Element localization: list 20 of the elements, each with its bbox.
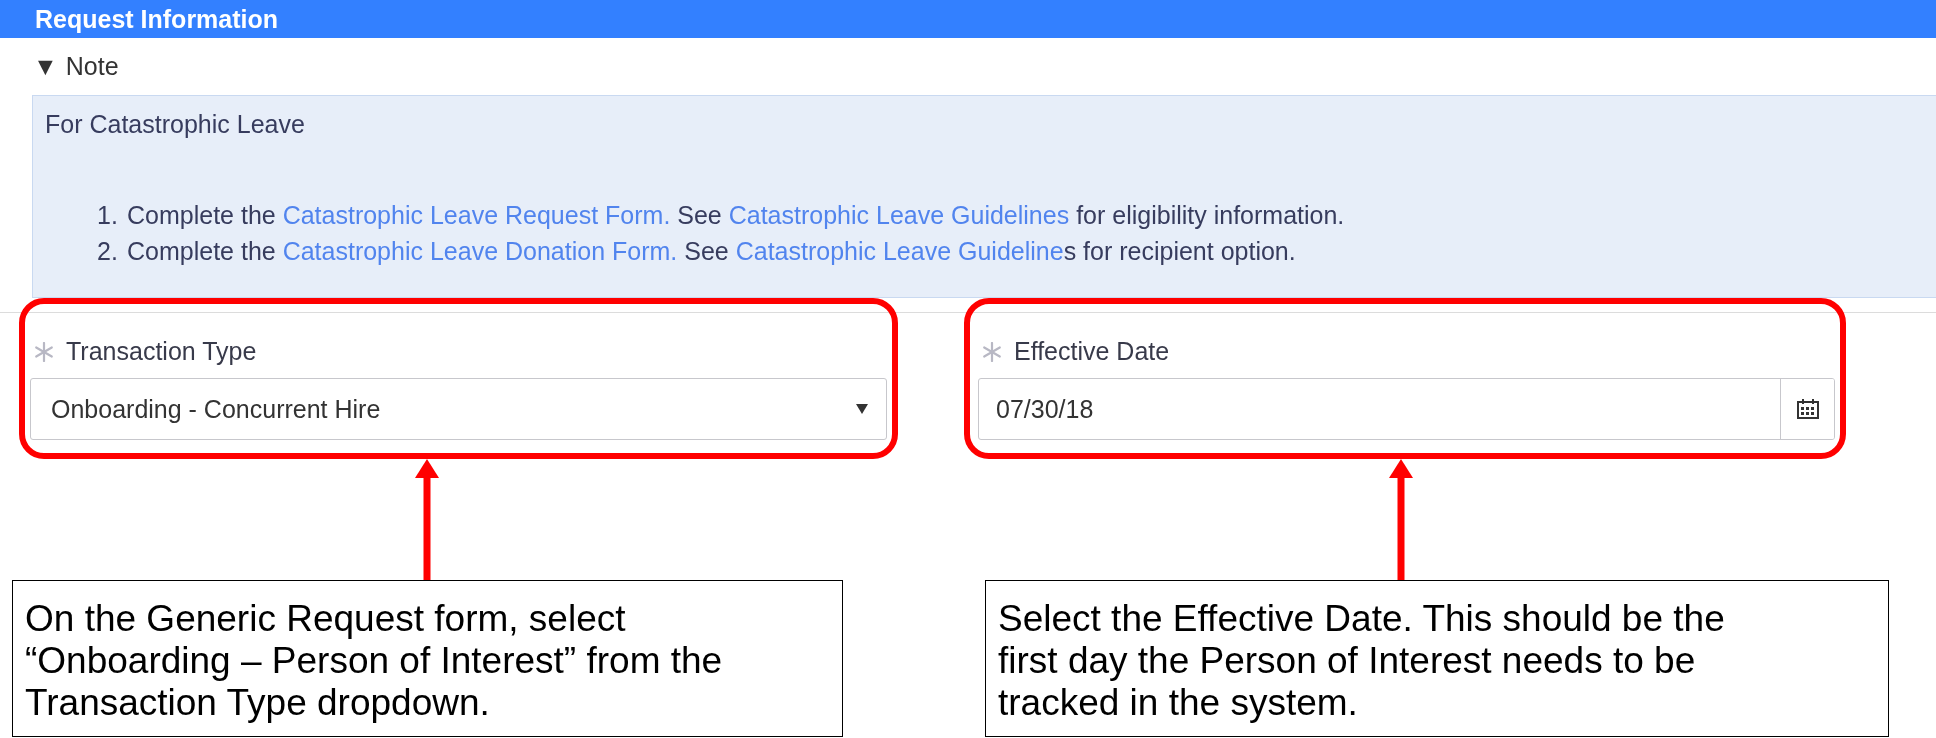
field-label: Transaction Type (66, 337, 257, 366)
caret-icon (856, 404, 868, 414)
field-label: Effective Date (1014, 337, 1170, 366)
transaction-type-dropdown[interactable]: Onboarding - Concurrent Hire (30, 378, 887, 440)
calendar-icon (1796, 399, 1819, 419)
note-instruction: Complete the Catastrophic Leave Request Form. See Catastrophic Leave Guidelines for eligibility information. (127, 200, 1345, 231)
document-link[interactable]: Catastrophic Leave Request Form. (282, 201, 671, 229)
note-instruction: Complete the Catastrophic Leave Donation Form. See Catastrophic Leave Guidelines for recipient option. (127, 236, 1296, 267)
callout-text: On the Generic Request form, select “Onboarding – Person of Interest” from the Transaction Type dropdown. (25, 598, 724, 724)
document-link[interactable]: Catastrophic Leave Donation Form. (282, 237, 678, 265)
calendar-button[interactable] (1780, 379, 1834, 439)
note-toggle[interactable]: ▼ Note (33, 52, 119, 81)
note-heading: For Catastrophic Leave (45, 109, 305, 139)
date-field[interactable]: 07/30/18 (978, 378, 1835, 440)
callout-text: Select the Effective Date. This should be the first day the Person of Interest needs to be tracked in the system. (998, 598, 1726, 724)
document-link[interactable]: Catastrophic Leave Guidelines (728, 201, 1070, 229)
list-number: 2. (97, 236, 119, 267)
section-title: Request Information (35, 4, 279, 35)
list-number: 1. (97, 200, 119, 231)
document-link[interactable]: Catastrophic Leave Guideline (735, 237, 1064, 265)
